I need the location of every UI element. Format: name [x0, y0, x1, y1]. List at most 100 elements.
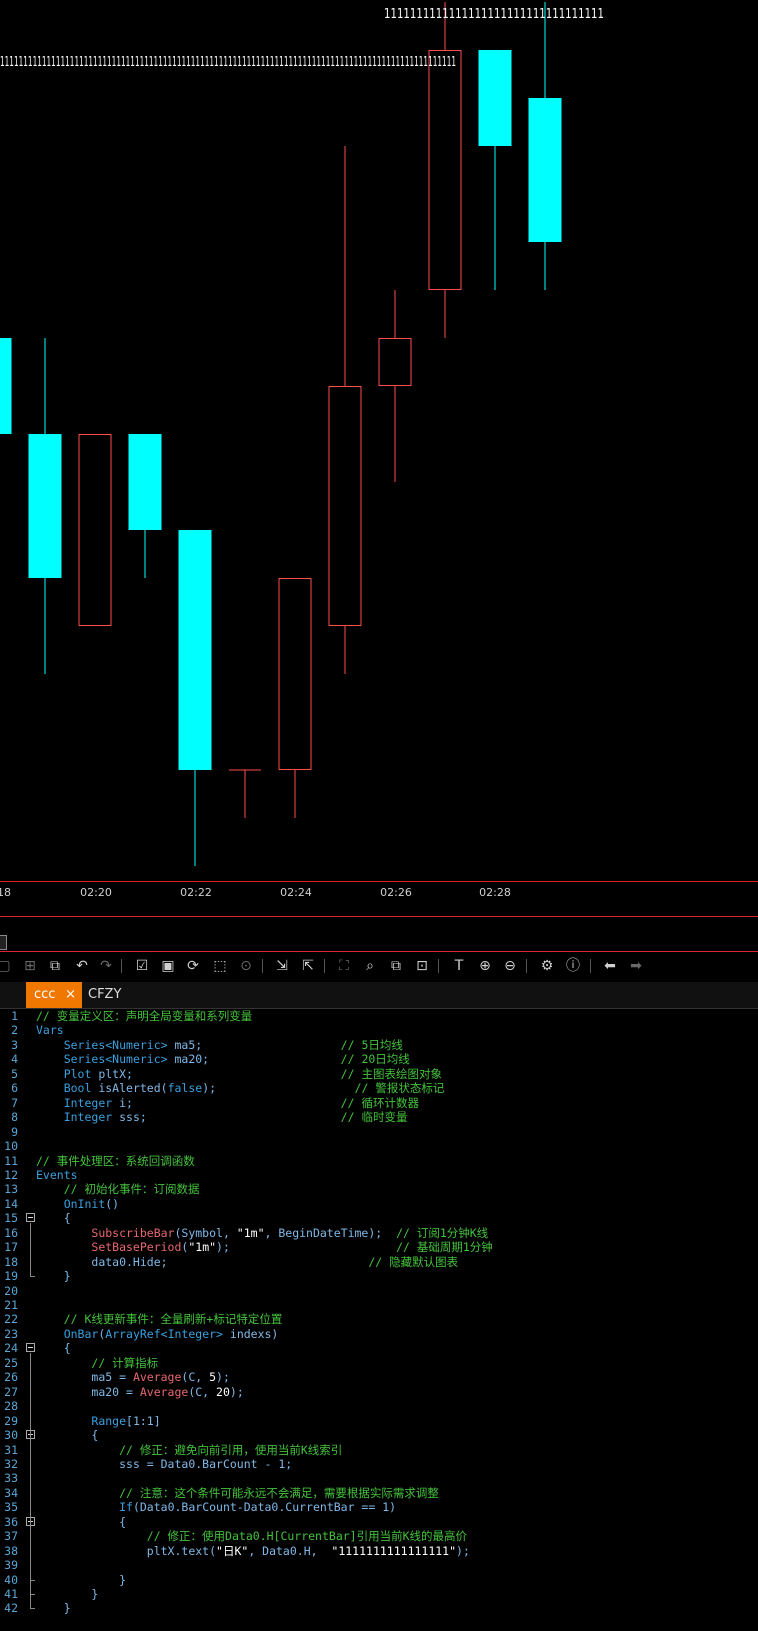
- code-line[interactable]: 15 {: [0, 1211, 758, 1226]
- code-line[interactable]: 18 data0.Hide; // 隐藏默认图表: [0, 1255, 758, 1270]
- search-icon[interactable]: ⌕: [360, 956, 380, 976]
- time-tick-label: 02:26: [380, 886, 412, 899]
- toolbar-divider: [262, 959, 263, 973]
- find-replace-icon[interactable]: ⧉: [386, 956, 406, 976]
- forward-arrow-icon[interactable]: ➡: [626, 956, 646, 976]
- code-text: // 修正：避免向前引用，使用当前K线索引: [119, 1442, 343, 1457]
- code-line[interactable]: 2 Vars: [0, 1023, 758, 1038]
- check-file-icon[interactable]: ▣: [158, 956, 178, 976]
- candlestick-chart[interactable]: 1111111111111111111111111111111111 111111…: [0, 0, 758, 918]
- code-text: {: [63, 1211, 71, 1226]
- code-text: {: [119, 1514, 127, 1529]
- code-line[interactable]: 3 Series<Numeric> ma5; // 5日均线: [0, 1038, 758, 1053]
- code-line[interactable]: 19 }: [0, 1269, 758, 1284]
- box-icon[interactable]: ▢: [0, 956, 14, 976]
- code-text: }: [63, 1601, 71, 1616]
- gear-icon[interactable]: ⚙: [537, 956, 557, 976]
- text-icon[interactable]: T: [449, 956, 469, 976]
- code-line[interactable]: 25 // 计算指标: [0, 1356, 758, 1371]
- fold-toggle-icon[interactable]: [26, 1213, 35, 1223]
- code-line[interactable]: 41 }: [0, 1587, 758, 1602]
- code-line[interactable]: 30 {: [0, 1428, 758, 1443]
- select-icon[interactable]: ⬚: [210, 956, 230, 976]
- zoom-in-icon[interactable]: ⊕: [475, 956, 495, 976]
- fold-guide-end: [30, 1608, 35, 1610]
- code-line[interactable]: 1 // 变量定义区：声明全局变量和系列变量: [0, 1009, 758, 1024]
- code-line[interactable]: 38 pltX.text("日K", Data0.H, "11111111111…: [0, 1544, 758, 1559]
- code-line[interactable]: 4 Series<Numeric> ma20; // 20日均线: [0, 1052, 758, 1067]
- code-line[interactable]: 42 }: [0, 1601, 758, 1616]
- code-line[interactable]: 6 Bool isAlerted(false); // 警报状态标记: [0, 1081, 758, 1096]
- code-line[interactable]: 37 // 修正：使用Data0.H[CurrentBar]引用当前K线的最高价: [0, 1529, 758, 1544]
- line-number: 39: [4, 1558, 18, 1573]
- code-line[interactable]: 13 // 初始化事件：订阅数据: [0, 1182, 758, 1197]
- code-text: // K线更新事件：全量刷新+标记特定位置: [63, 1312, 283, 1327]
- code-line[interactable]: 34 // 注意：这个条件可能永远不会满足，需要根据实际需求调整: [0, 1486, 758, 1501]
- stop-icon[interactable]: ⊙: [236, 956, 256, 976]
- code-line[interactable]: 12 Events: [0, 1168, 758, 1183]
- code-line[interactable]: 8 Integer sss; // 临时变量: [0, 1110, 758, 1125]
- code-line[interactable]: 33: [0, 1471, 758, 1486]
- line-number: 19: [4, 1269, 18, 1284]
- code-line[interactable]: 40 }: [0, 1573, 758, 1588]
- candle-body: [0, 338, 12, 434]
- code-line[interactable]: 39: [0, 1558, 758, 1573]
- close-icon[interactable]: ×: [65, 982, 76, 1008]
- code-line[interactable]: 36 {: [0, 1515, 758, 1530]
- code-editor[interactable]: 1// 变量定义区：声明全局变量和系列变量 2 Vars 3 Series<Numer…: [0, 1009, 758, 1631]
- back-arrow-icon[interactable]: ⬅: [600, 956, 620, 976]
- check-icon[interactable]: ☑: [132, 956, 152, 976]
- code-text: Bool isAlerted(false); // 警报状态标记: [63, 1081, 445, 1096]
- line-number: 26: [4, 1370, 18, 1385]
- code-line[interactable]: 10: [0, 1139, 758, 1154]
- code-line[interactable]: 9: [0, 1125, 758, 1140]
- fold-toggle-icon[interactable]: [26, 1343, 35, 1353]
- code-line[interactable]: 7 Integer i; // 循环计数器: [0, 1096, 758, 1111]
- code-line[interactable]: 21: [0, 1298, 758, 1313]
- chart-scrollbar[interactable]: [0, 933, 758, 951]
- tab-ccc[interactable]: ccc ×: [26, 982, 82, 1008]
- copy-icon[interactable]: ⧉: [45, 956, 65, 976]
- line-number: 24: [4, 1341, 18, 1356]
- code-text: SetBasePeriod("1m"); // 基础周期1分钟: [91, 1240, 493, 1255]
- candle-body: [128, 434, 162, 530]
- redo-icon[interactable]: ↷: [96, 956, 116, 976]
- info-icon[interactable]: ⓘ: [563, 956, 583, 976]
- code-line[interactable]: 14 OnInit(): [0, 1197, 758, 1212]
- code-text: // 初始化事件：订阅数据: [63, 1182, 200, 1197]
- code-line[interactable]: 20: [0, 1284, 758, 1299]
- code-line[interactable]: 26 ma5 = Average(C, 5);: [0, 1370, 758, 1385]
- code-line[interactable]: 5 Plot pltX; // 主图表绘图对象: [0, 1067, 758, 1082]
- toolbar-divider: [438, 959, 439, 973]
- code-line[interactable]: 29 Range[1:1]: [0, 1414, 758, 1429]
- undo-icon[interactable]: ↶: [72, 956, 92, 976]
- line-number: 4: [11, 1052, 18, 1067]
- code-line[interactable]: 23 OnBar(ArrayRef<Integer> indexs): [0, 1327, 758, 1342]
- code-line[interactable]: 16 SubscribeBar(Symbol, "1m", BeginDateT…: [0, 1226, 758, 1241]
- code-line[interactable]: 32 sss = Data0.BarCount - 1;: [0, 1457, 758, 1472]
- capture-icon[interactable]: ⛶: [334, 956, 354, 976]
- line-number: 15: [4, 1211, 18, 1226]
- candle-body: [428, 50, 462, 290]
- code-line[interactable]: 11 // 事件处理区：系统回调函数: [0, 1154, 758, 1169]
- code-line[interactable]: 31 // 修正：避免向前引用，使用当前K线索引: [0, 1443, 758, 1458]
- refresh-icon[interactable]: ⟳: [183, 956, 203, 976]
- fold-guide-end: [30, 1276, 35, 1278]
- scrollbar-thumb[interactable]: [0, 935, 7, 950]
- code-line[interactable]: 28: [0, 1399, 758, 1414]
- zoom-find-icon[interactable]: ⊡: [412, 956, 432, 976]
- code-line[interactable]: 35 If(Data0.BarCount-Data0.CurrentBar ==…: [0, 1500, 758, 1515]
- code-line[interactable]: 22 // K线更新事件：全量刷新+标记特定位置: [0, 1312, 758, 1327]
- code-line[interactable]: 27 ma20 = Average(C, 20);: [0, 1385, 758, 1400]
- tab-cfzy[interactable]: CFZY: [86, 982, 138, 1008]
- export-icon[interactable]: ⇱: [298, 956, 318, 976]
- code-text: }: [119, 1572, 127, 1587]
- add-icon[interactable]: ⊞: [20, 956, 40, 976]
- code-text: {: [91, 1428, 99, 1443]
- code-line[interactable]: 17 SetBasePeriod("1m"); // 基础周期1分钟: [0, 1240, 758, 1255]
- code-line[interactable]: 24 {: [0, 1341, 758, 1356]
- zoom-out-icon[interactable]: ⊖: [500, 956, 520, 976]
- import-icon[interactable]: ⇲: [272, 956, 292, 976]
- line-number: 32: [4, 1456, 18, 1471]
- line-number: 11: [4, 1153, 18, 1168]
